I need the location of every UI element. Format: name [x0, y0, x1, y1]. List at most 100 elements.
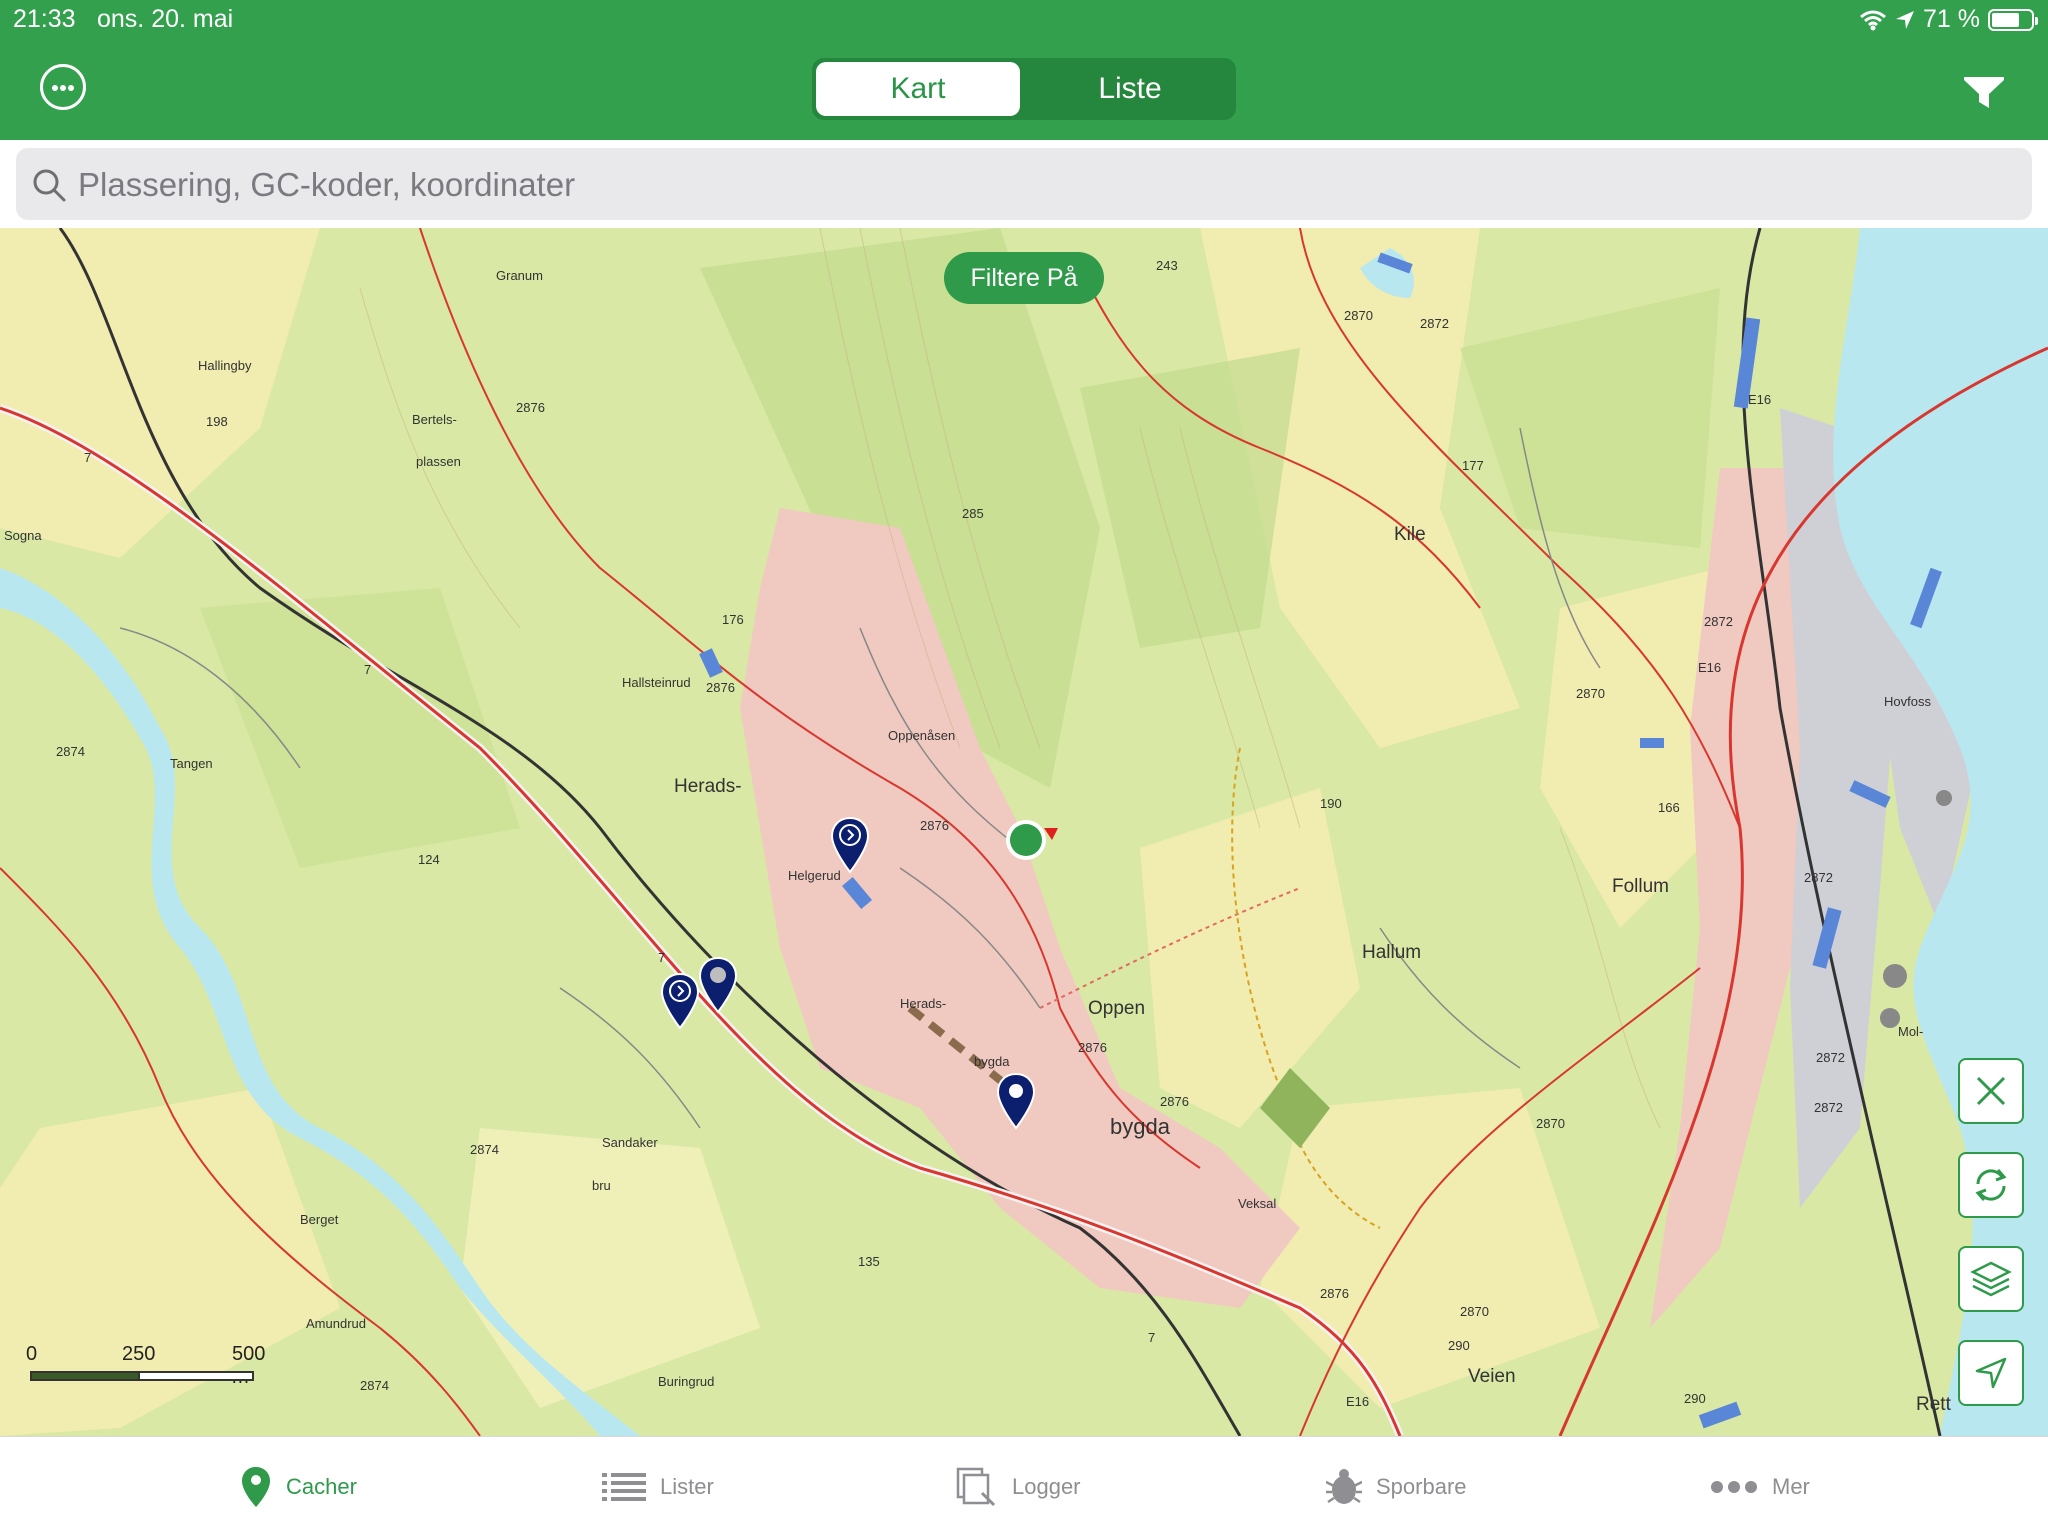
- map-label: plassen: [416, 454, 461, 469]
- map-label: Bertels-: [412, 412, 457, 427]
- search-input[interactable]: [76, 148, 1980, 222]
- scale-label-250: 250: [122, 1343, 156, 1365]
- more-circle-icon-dot: [68, 85, 74, 91]
- map-label: Sogna: [4, 528, 42, 543]
- map-label: 177: [1462, 458, 1484, 473]
- map-label: 2876: [1078, 1040, 1107, 1055]
- map-label: 2870: [1576, 686, 1605, 701]
- filter-on-badge[interactable]: Filtere På: [944, 252, 1104, 304]
- map-pin-icon: [242, 1467, 270, 1507]
- map-label: Oppenåsen: [888, 728, 956, 743]
- map-label: E16: [1346, 1394, 1370, 1409]
- trackable-bug-icon: [1326, 1469, 1362, 1504]
- status-right: 71 %: [1859, 5, 2038, 34]
- map-label: Hallum: [1362, 942, 1422, 963]
- map-label: Mol-: [1898, 1024, 1924, 1039]
- map-scale-bar: 0 250 500 m: [26, 1343, 266, 1388]
- map-label: 2872: [1420, 316, 1449, 331]
- map-label: E16: [1698, 660, 1722, 675]
- map-label: 2874: [360, 1378, 389, 1393]
- status-bar: 21:33 ons. 20. mai 71 %: [0, 0, 2048, 40]
- cache-pin-event[interactable]: [830, 816, 870, 874]
- status-time: 21:33: [13, 5, 76, 33]
- map-view[interactable]: Granum Hallingby 198 Bertels-plassen 2876 Sog…: [0, 228, 2048, 1436]
- map-label: 243: [1156, 258, 1178, 273]
- map-label: 2872: [1804, 870, 1833, 885]
- map-label: 7: [658, 950, 666, 965]
- map-label: E16: [1748, 392, 1772, 407]
- map-label: Hallsteinrud: [622, 675, 691, 690]
- map-label: Buringrud: [658, 1374, 715, 1389]
- tab-label: Cacher: [286, 1474, 357, 1499]
- map-label: Oppen: [1088, 998, 1146, 1019]
- tab-cacher[interactable]: Cacher: [240, 1463, 357, 1511]
- funnel-icon[interactable]: [1962, 68, 2006, 112]
- scale-label-0: 0: [26, 1343, 38, 1365]
- map-label: 285: [962, 506, 984, 521]
- scale-segment-dark: [30, 1371, 140, 1381]
- tab-logger[interactable]: Logger: [956, 1463, 1081, 1511]
- center-location-button[interactable]: [1958, 1340, 2024, 1406]
- logs-icon: [956, 1467, 996, 1507]
- list-icon: [602, 1473, 646, 1501]
- locate-arrow-icon: [1975, 1357, 2007, 1389]
- map-label: 166: [1658, 800, 1680, 815]
- map-label: Veien: [1468, 1366, 1516, 1387]
- tab-lister[interactable]: Lister: [602, 1463, 714, 1511]
- map-label: bygda: [1110, 1114, 1170, 1139]
- navigation-bar: 21:33 ons. 20. mai 71 % Kart Liste: [0, 0, 2048, 140]
- map-label: 2872: [1704, 614, 1733, 629]
- map-label: 2876: [920, 818, 949, 833]
- map-label: 2872: [1816, 1050, 1845, 1065]
- map-label: Berget: [300, 1212, 339, 1227]
- cache-pin-traditional[interactable]: [698, 956, 738, 1014]
- tab-label: Mer: [1772, 1474, 1810, 1499]
- map-layers-button[interactable]: [1958, 1246, 2024, 1312]
- map-label: Amundrud: [306, 1316, 366, 1331]
- map-label: bygda: [974, 1054, 1010, 1069]
- segment-liste[interactable]: Liste: [1028, 62, 1232, 116]
- refresh-button[interactable]: [1958, 1152, 2024, 1218]
- layers-icon: [1970, 1261, 2012, 1297]
- map-label: 135: [858, 1254, 880, 1269]
- map-label: Rett: [1916, 1394, 1951, 1415]
- map-label: 198: [206, 414, 228, 429]
- map-label: Follum: [1612, 876, 1670, 897]
- map-label: 7: [364, 662, 372, 677]
- map-label: 2876: [706, 680, 735, 695]
- cache-pin-event[interactable]: [660, 972, 700, 1030]
- map-label: Hallingby: [198, 358, 252, 373]
- refresh-icon: [1975, 1169, 2007, 1201]
- clear-route-button[interactable]: [1958, 1058, 2024, 1124]
- map-label: Tangen: [170, 756, 213, 771]
- cache-pin-traditional[interactable]: [996, 1072, 1036, 1130]
- scale-label-500: 500 m: [232, 1343, 266, 1388]
- tab-label: Lister: [660, 1474, 714, 1499]
- map-label: 2874: [56, 744, 85, 759]
- tab-sporbare[interactable]: Sporbare: [1326, 1463, 1467, 1511]
- tab-mer[interactable]: Mer: [1710, 1463, 1810, 1511]
- map-label: Herads-: [900, 996, 947, 1011]
- map-label: 290: [1448, 1338, 1470, 1353]
- battery-percent: 71 %: [1923, 5, 1980, 33]
- scale-segment-light: [138, 1371, 254, 1381]
- map-label: 290: [1684, 1391, 1706, 1406]
- segment-kart[interactable]: Kart: [816, 62, 1020, 116]
- map-label: Granum: [496, 268, 543, 283]
- more-circle-icon-dot: [60, 85, 66, 91]
- more-options-button[interactable]: [40, 64, 86, 110]
- map-label: 2870: [1344, 308, 1373, 323]
- user-location-icon[interactable]: [1000, 814, 1060, 864]
- status-date: ons. 20. mai: [97, 5, 234, 33]
- search-area: [0, 140, 2048, 228]
- map-label: 7: [84, 450, 92, 465]
- map-label: 176: [722, 612, 744, 627]
- tab-bar: Cacher Lister Logger Sporbare Mer: [0, 1436, 2048, 1537]
- map-label: 2874: [470, 1142, 499, 1157]
- map-label: 2870: [1536, 1116, 1565, 1131]
- map-label: 7: [1148, 1330, 1156, 1345]
- more-circle-icon: [52, 85, 58, 91]
- tab-label: Sporbare: [1376, 1474, 1467, 1499]
- battery-fill: [1992, 12, 2019, 27]
- map-label: 124: [418, 852, 440, 867]
